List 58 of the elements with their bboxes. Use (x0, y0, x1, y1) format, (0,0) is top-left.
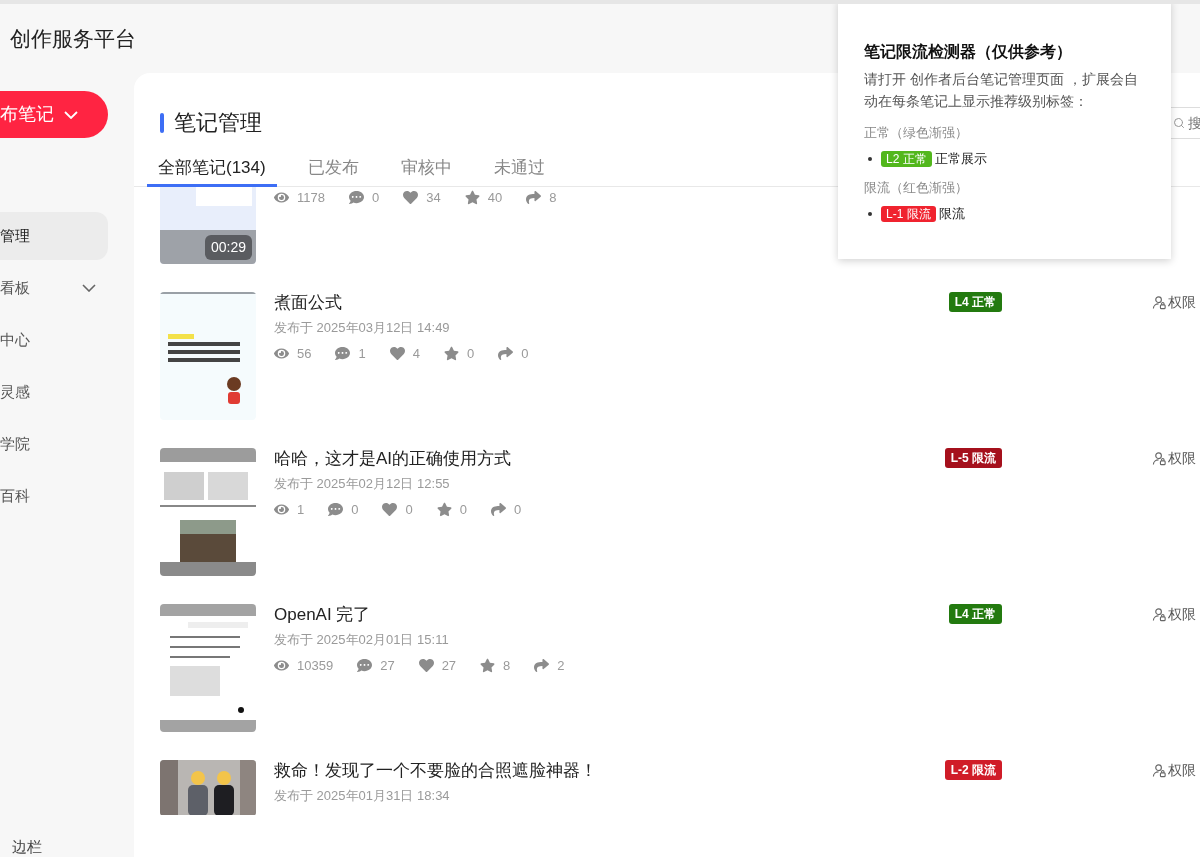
level-badge: L2 正常 (881, 150, 932, 167)
note-title[interactable]: OpenAI 完了 (274, 604, 932, 626)
permission-button[interactable]: 权限 (1152, 448, 1200, 604)
level-badge: L-1 限流 (881, 205, 936, 222)
permission-button[interactable]: 权限 (1152, 760, 1200, 815)
stat-count: 0 (466, 345, 475, 363)
duration-label: 00:29 (204, 235, 252, 260)
tab[interactable]: 未通过 (482, 152, 556, 187)
section-heading: 正常（绿色渐强） (864, 124, 969, 143)
sidebar-item[interactable]: 中心 (0, 316, 108, 364)
level-badge: L-2 限流 (944, 760, 1002, 780)
collapse-sidebar-link[interactable]: 边栏 (12, 839, 42, 855)
level-badge: L4 正常 (948, 604, 1002, 624)
stat-count: 56 (297, 345, 312, 363)
stat-count: 8 (503, 657, 511, 675)
stat-count: 1 (358, 345, 366, 363)
stat-count: 34 (426, 189, 441, 207)
note-title[interactable]: 救命！发现了一个不要脸的合照遮脸神器！ (274, 760, 932, 782)
stat-count: 2 (557, 657, 565, 675)
stat-count: 1178 (297, 189, 325, 207)
level-description: 限流 (938, 204, 965, 223)
sidebar-item[interactable]: 百科 (0, 472, 108, 520)
stat-count: 0 (371, 189, 380, 207)
permission-button[interactable]: 权限 (1152, 604, 1200, 760)
popup-title: 笔记限流检测器（仅供参考） (864, 42, 1073, 62)
sidebar-item[interactable]: 灵感 (0, 368, 108, 416)
stat-count: 40 (487, 189, 503, 207)
page-title: 笔记管理 (174, 109, 262, 137)
publish-note-button[interactable]: 布笔记 (0, 91, 108, 138)
popup-description: 请打开 创作者后台笔记管理页面 ，扩展会自动在每条笔记上显示推荐级别标签： (864, 71, 1139, 112)
sidebar-item[interactable]: 管理 (0, 212, 108, 260)
note-title[interactable]: 哈哈，这才是AI的正确使用方式 (274, 448, 932, 470)
publish-date: 发布于 2025年03月12日 14:49 (274, 319, 451, 337)
permission-button[interactable]: 权限 (1152, 292, 1200, 448)
publish-date: 发布于 2025年02月01日 15:11 (274, 631, 450, 649)
stat-count: 27 (380, 657, 395, 675)
tab[interactable]: 审核中 (389, 152, 463, 187)
stat-count: 0 (405, 501, 413, 519)
level-description: 正常展示 (934, 149, 987, 168)
stat-count: 4 (412, 345, 420, 363)
sidebar-item[interactable]: 学院 (0, 420, 108, 468)
tab[interactable]: 已发布 (296, 152, 370, 187)
stat-count: 0 (513, 501, 522, 519)
publish-date: 发布于 2025年01月31日 18:34 (274, 787, 451, 805)
note-title[interactable]: 煮面公式 (274, 292, 932, 314)
publish-date: 发布于 2025年02月12日 12:55 (274, 475, 451, 493)
stat-count: 0 (459, 501, 467, 519)
stat-count: 0 (351, 501, 359, 519)
section-heading: 限流（红色渐强） (864, 179, 969, 198)
stat-count: 1 (297, 501, 305, 519)
platform-title: 创作服务平台 (10, 25, 136, 52)
level-badge: L-5 限流 (944, 448, 1002, 468)
sidebar-item[interactable]: 看板 (0, 264, 108, 312)
stat-count: 27 (441, 657, 457, 675)
stat-count: 0 (521, 345, 529, 363)
stat-count: 10359 (297, 657, 334, 675)
level-badge: L4 正常 (948, 292, 1002, 312)
stat-count: 8 (549, 189, 557, 207)
